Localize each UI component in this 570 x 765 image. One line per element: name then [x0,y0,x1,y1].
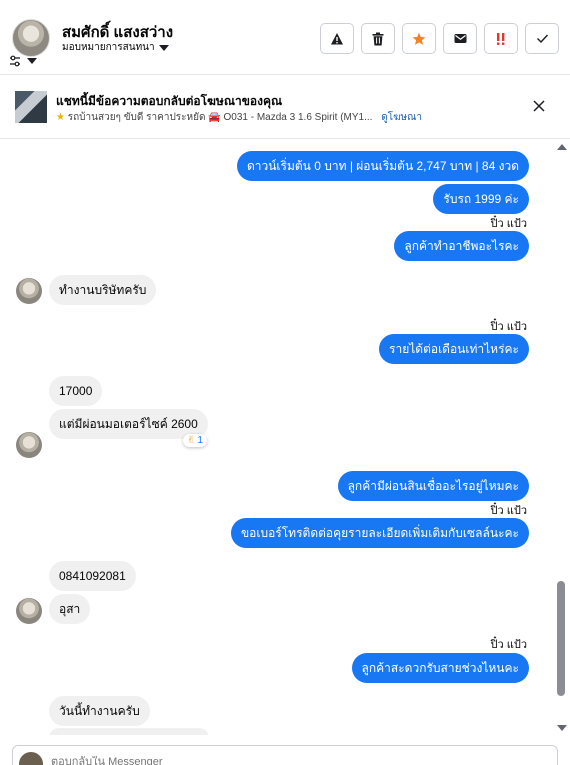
ad-description: ★ รถบ้านสวยๆ ขับดี ราคาประหยัด 🚘 O031 - … [56,110,422,125]
sender-name: ปิ๋ว แป้ว [490,505,527,517]
conversation-actions [320,23,559,54]
chevron-down-icon [158,44,169,51]
chevron-down-icon [27,58,37,64]
message-outgoing[interactable]: ขอเบอร์โทรติดต่อคุยรายละเอียดเพิ่มเติมกั… [230,518,529,548]
message-incoming-partial[interactable] [49,728,209,735]
message-outgoing[interactable]: ดาวน์เริ่มต้น 0 บาท | ผ่อนเริ่มต้น 2,747… [236,151,529,181]
message-incoming[interactable]: ทำงานบริษัทครับ [49,275,157,305]
ad-reply-banner: แชทนี้มีข้อความตอบกลับต่อโฆษณาของคุณ ★ ร… [0,75,570,139]
ad-car-text: O031 - Mazda 3 1.6 Spirit (MY1... [223,112,373,123]
message-incoming[interactable]: วันนี้ทำงานครับ [49,696,150,726]
sender-name: ปิ๋ว แป้ว [490,639,527,651]
message-outgoing[interactable]: ลูกค้าทำอาชีพอะไรคะ [394,231,529,261]
message-incoming[interactable]: 0841092081 [49,561,136,591]
reply-input[interactable] [51,756,531,765]
mark-done-button[interactable] [525,23,559,54]
contact-avatar-small [16,278,42,304]
priority-icon [497,32,505,45]
contact-avatar[interactable] [12,19,50,57]
message-incoming[interactable]: แต่มีผ่อนมอเตอร์ไซค์ 2600 [49,409,208,439]
thread-scrollbar[interactable] [553,140,570,735]
hand-emoji-icon: ✌ [187,435,196,446]
message-outgoing[interactable]: ลูกค้าสะดวกรับสายช่วงไหนคะ [351,653,529,683]
check-icon [536,34,548,44]
message-outgoing[interactable]: รายได้ต่อเดือนเท่าไหร่คะ [379,334,529,364]
filter-dropdown[interactable] [9,55,37,67]
ad-line-text: รถบ้านสวยๆ ขับดี ราคาประหยัด [67,112,206,123]
message-incoming[interactable]: อุสา [49,594,91,624]
sender-name: ปิ๋ว แป้ว [490,218,527,230]
scroll-down-arrow-icon[interactable] [557,725,567,731]
close-icon[interactable] [532,99,546,113]
scrollbar-thumb[interactable] [557,581,565,696]
mail-icon [454,34,466,43]
message-outgoing[interactable]: รับรถ 1999 ค่ะ [433,184,529,214]
scroll-up-arrow-icon[interactable] [557,144,567,150]
contact-avatar-small [16,598,42,624]
sender-name: ปิ๋ว แป้ว [490,321,527,333]
star-button[interactable] [402,23,436,54]
delete-button[interactable] [361,23,395,54]
message-outgoing[interactable]: ลูกค้ามีผ่อนสินเชื่ออะไรอยู่ไหมคะ [337,471,529,501]
warning-icon [331,32,343,44]
star-icon [412,32,426,45]
conversation-header: สมศักดิ์ แสงสว่าง มอบหมายการสนทนา [0,0,570,75]
contact-avatar-small [16,432,42,458]
mark-spam-button[interactable] [320,23,354,54]
message-incoming[interactable]: 17000 [49,376,103,406]
message-thread: ดาวน์เริ่มต้น 0 บาท | ผ่อนเริ่มต้น 2,747… [0,140,553,735]
reaction-count: 1 [197,435,203,446]
message-composer [12,745,558,765]
sliders-icon [10,55,20,67]
view-ad-link[interactable]: ดูโฆษณา [381,112,422,123]
page-avatar [19,752,43,765]
assign-label: มอบหมายการสนทนา [62,42,155,53]
star-emoji-icon: ★ [56,112,65,123]
mark-unread-button[interactable] [443,23,477,54]
ad-thumbnail [15,91,47,123]
message-reaction[interactable]: ✌ 1 [183,434,207,447]
assign-conversation-dropdown[interactable]: มอบหมายการสนทนา [62,40,169,55]
trash-icon [372,32,384,45]
ad-banner-title: แชทนี้มีข้อความตอบกลับต่อโฆษณาของคุณ [56,94,283,108]
priority-button[interactable] [484,23,518,54]
car-emoji-icon: 🚘 [208,112,221,123]
